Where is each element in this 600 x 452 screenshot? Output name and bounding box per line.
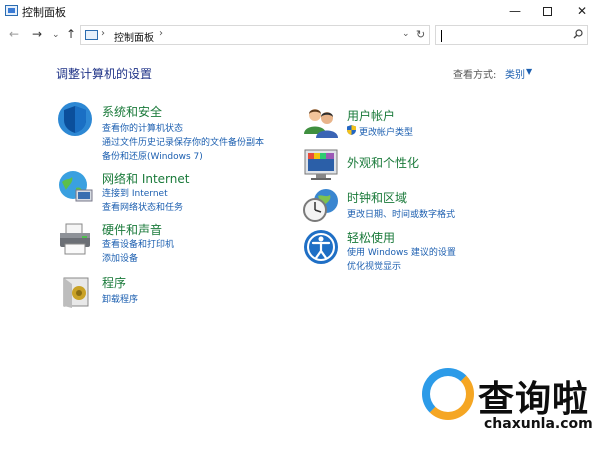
category-title[interactable]: 用户帐户: [347, 107, 395, 124]
title-bar: 控制面板 — ✕: [0, 0, 600, 22]
link-windows-recommended-settings[interactable]: 使用 Windows 建议的设置: [347, 245, 456, 258]
globe-network-icon[interactable]: [56, 168, 94, 206]
appearance-icon[interactable]: [302, 146, 340, 184]
minimize-button[interactable]: —: [498, 0, 532, 22]
maximize-icon: [542, 7, 552, 16]
close-button[interactable]: ✕: [565, 0, 599, 22]
navigation-bar: ← → ⌄ ↑ › 控制面板 › ⌄ ↻: [0, 22, 600, 48]
category-user-accounts: 用户帐户 更改帐户类型: [302, 104, 542, 142]
link-backup-restore[interactable]: 备份和还原(Windows 7): [102, 149, 203, 162]
category-network-internet: 网络和 Internet 连接到 Internet 查看网络状态和任务: [56, 168, 296, 216]
window-title: 控制面板: [22, 6, 66, 19]
view-by-dropdown[interactable]: 类别: [505, 66, 525, 81]
back-button[interactable]: ←: [9, 27, 19, 41]
text-caret: [441, 30, 442, 42]
link-change-account-type[interactable]: 更改帐户类型: [359, 125, 413, 138]
breadcrumb-separator[interactable]: ›: [101, 28, 105, 39]
address-dropdown-button[interactable]: ⌄: [402, 29, 410, 39]
category-system-security: 系统和安全 查看你的计算机状态 通过文件历史记录保存你的文件备份副本 备份和还原…: [56, 100, 296, 162]
breadcrumb-separator[interactable]: ›: [159, 28, 163, 39]
link-network-status[interactable]: 查看网络状态和任务: [102, 200, 183, 213]
watermark-logo: [422, 368, 474, 420]
link-view-computer-status[interactable]: 查看你的计算机状态: [102, 121, 183, 134]
shield-icon[interactable]: [56, 100, 94, 138]
watermark-url: chaxunla.com: [484, 416, 593, 432]
category-title[interactable]: 轻松使用: [347, 229, 395, 246]
category-title[interactable]: 硬件和声音: [102, 221, 162, 238]
search-icon[interactable]: [573, 29, 583, 39]
programs-icon[interactable]: [56, 272, 94, 310]
page-heading: 调整计算机的设置: [56, 67, 153, 81]
link-add-device[interactable]: 添加设备: [102, 251, 138, 264]
category-programs: 程序 卸载程序: [56, 272, 296, 312]
link-uninstall-program[interactable]: 卸载程序: [102, 292, 138, 305]
category-title[interactable]: 时钟和区域: [347, 189, 407, 206]
category-clock-region: 时钟和区域 更改日期、时间或数字格式: [302, 186, 542, 224]
category-title[interactable]: 系统和安全: [102, 103, 162, 120]
uac-shield-icon: [347, 125, 356, 135]
control-panel-icon: [5, 5, 18, 16]
link-connect-internet[interactable]: 连接到 Internet: [102, 186, 168, 199]
maximize-button[interactable]: [530, 0, 564, 22]
users-icon[interactable]: [302, 104, 340, 142]
link-file-history-backup[interactable]: 通过文件历史记录保存你的文件备份副本: [102, 135, 264, 148]
forward-button[interactable]: →: [32, 27, 42, 41]
chevron-down-icon[interactable]: ▼: [526, 67, 532, 76]
recent-locations-button[interactable]: ⌄: [52, 30, 60, 40]
control-panel-icon: [85, 30, 98, 40]
category-title[interactable]: 网络和 Internet: [102, 170, 189, 187]
category-title[interactable]: 程序: [102, 274, 126, 291]
link-devices-printers[interactable]: 查看设备和打印机: [102, 237, 174, 250]
watermark-text: 查询啦: [478, 379, 590, 420]
category-appearance: 外观和个性化: [302, 146, 542, 184]
ease-of-access-icon[interactable]: [302, 228, 340, 266]
address-bar[interactable]: › 控制面板 › ⌄ ↻: [80, 25, 430, 45]
link-optimize-visual-display[interactable]: 优化视觉显示: [347, 259, 401, 272]
search-input[interactable]: [435, 25, 588, 45]
breadcrumb-control-panel[interactable]: 控制面板: [114, 29, 154, 44]
link-change-date-time-format[interactable]: 更改日期、时间或数字格式: [347, 207, 455, 220]
category-title[interactable]: 外观和个性化: [347, 154, 419, 171]
clock-globe-icon[interactable]: [302, 186, 340, 224]
printer-icon[interactable]: [56, 220, 94, 258]
refresh-button[interactable]: ↻: [416, 28, 425, 41]
view-by-label: 查看方式:: [453, 70, 497, 81]
up-button[interactable]: ↑: [66, 27, 76, 41]
category-hardware-sound: 硬件和声音 查看设备和打印机 添加设备: [56, 220, 296, 268]
category-ease-of-access: 轻松使用 使用 Windows 建议的设置 优化视觉显示: [302, 228, 542, 276]
